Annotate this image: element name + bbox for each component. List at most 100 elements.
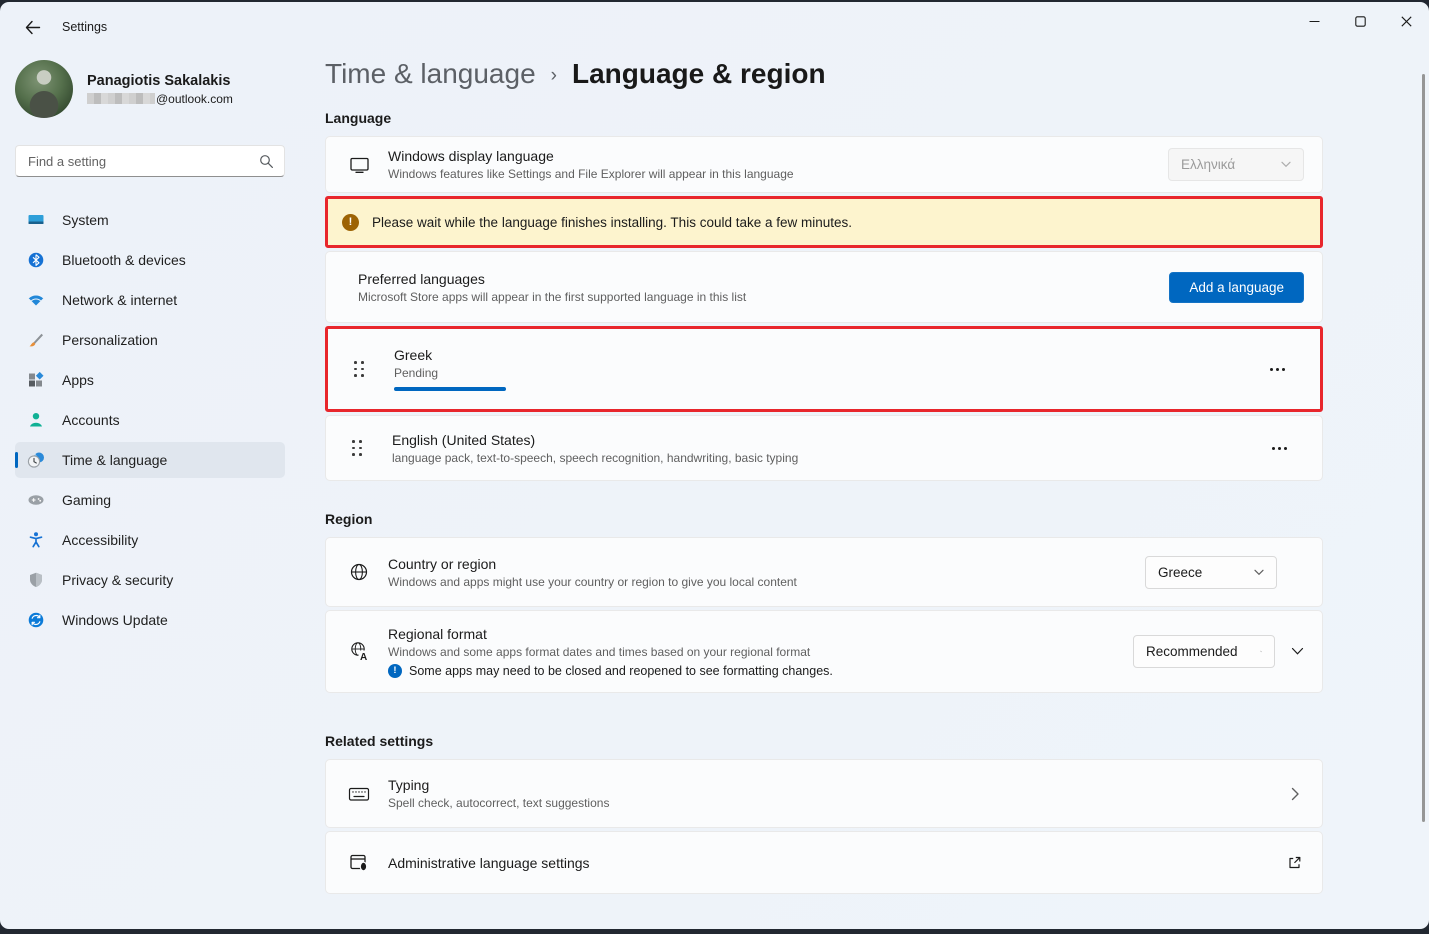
sidebar-nav: System Bluetooth & devices Network & int… [15,202,285,638]
chevron-right-icon [1291,787,1300,801]
display-language-row: Windows display language Windows feature… [325,136,1323,193]
sidebar-item-system[interactable]: System [15,202,285,238]
regional-format-note: Some apps may need to be closed and reop… [409,664,833,678]
sidebar-item-label: Network & internet [62,292,177,308]
warning-text: Please wait while the language finishes … [372,215,852,230]
user-email: @outlook.com [87,92,233,106]
update-icon [27,611,45,629]
drag-handle-icon[interactable] [354,361,366,377]
svg-text:A: A [360,652,367,662]
sidebar-item-time-language[interactable]: Time & language [15,442,285,478]
accounts-icon [27,411,45,429]
sidebar: Panagiotis Sakalakis @outlook.com System [0,52,300,929]
install-progress-bar [394,387,506,391]
globe-icon [348,562,370,582]
admin-language-settings-row[interactable]: Administrative language settings [325,831,1323,894]
display-language-subtitle: Windows features like Settings and File … [388,167,1168,181]
language-status: Pending [394,366,1260,380]
regional-format-title: Regional format [388,626,1133,642]
language-options-button[interactable] [1262,435,1296,461]
chevron-down-icon [1291,647,1304,656]
region-section-heading: Region [325,511,1323,527]
search-box[interactable] [15,145,285,177]
brush-icon [27,331,45,349]
regional-format-icon: A [348,641,370,662]
sidebar-item-label: Privacy & security [62,572,173,588]
email-redacted-block [87,93,155,104]
close-icon [1401,16,1412,27]
time-language-icon [27,451,45,469]
sidebar-item-label: Windows Update [62,612,168,628]
back-arrow-icon [24,19,41,36]
external-link-icon [1287,855,1302,870]
typing-row[interactable]: Typing Spell check, autocorrect, text su… [325,759,1323,828]
user-profile[interactable]: Panagiotis Sakalakis @outlook.com [15,60,285,118]
sidebar-item-accessibility[interactable]: Accessibility [15,522,285,558]
close-button[interactable] [1383,2,1429,40]
sidebar-item-label: Accessibility [62,532,138,548]
typing-subtitle: Spell check, autocorrect, text suggestio… [388,796,1291,810]
language-section-heading: Language [325,110,1429,126]
annotation-box-warning: ! Please wait while the language finishe… [325,196,1323,248]
minimize-button[interactable] [1291,2,1337,40]
preferred-languages-title: Preferred languages [358,271,1169,287]
regional-format-dropdown[interactable]: Recommended [1133,635,1275,668]
regional-format-row: A Regional format Windows and some apps … [325,610,1323,693]
language-name: English (United States) [392,432,1262,448]
drag-handle-icon[interactable] [352,440,364,456]
sidebar-item-label: Gaming [62,492,111,508]
info-icon: ! [388,664,402,678]
sidebar-item-windows-update[interactable]: Windows Update [15,602,285,638]
sidebar-item-personalization[interactable]: Personalization [15,322,285,358]
breadcrumb-separator-icon: › [551,65,557,87]
keyboard-icon [348,785,370,803]
language-options-button[interactable] [1260,356,1294,382]
display-language-dropdown[interactable]: Ελληνικά [1168,148,1304,181]
accessibility-icon [27,531,45,549]
regional-format-subtitle: Windows and some apps format dates and t… [388,645,1133,659]
language-row-greek: Greek Pending [328,329,1320,409]
user-name: Panagiotis Sakalakis [87,73,233,89]
typing-title: Typing [388,777,1291,793]
window-controls [1291,2,1429,40]
annotation-box-greek: Greek Pending [325,326,1323,412]
system-icon [27,211,45,229]
display-language-title: Windows display language [388,148,1168,164]
breadcrumb: Time & language › Language & region [325,58,1429,90]
scrollbar[interactable] [1422,74,1425,822]
warning-icon: ! [342,214,359,231]
search-input[interactable] [26,153,259,170]
app-title: Settings [62,20,107,34]
back-button[interactable] [16,11,48,43]
sidebar-item-privacy[interactable]: Privacy & security [15,562,285,598]
chevron-down-icon [1281,161,1291,168]
language-status: language pack, text-to-speech, speech re… [392,451,1262,465]
sidebar-item-label: Bluetooth & devices [62,252,186,268]
language-row-english: English (United States) language pack, t… [325,415,1323,481]
sidebar-item-label: Apps [62,372,94,388]
avatar [15,60,73,118]
maximize-button[interactable] [1337,2,1383,40]
country-region-subtitle: Windows and apps might use your country … [388,575,1145,589]
preferred-languages-row: Preferred languages Microsoft Store apps… [325,251,1323,323]
sidebar-item-gaming[interactable]: Gaming [15,482,285,518]
country-region-dropdown[interactable]: Greece [1145,556,1277,589]
sidebar-item-label: Accounts [62,412,120,428]
sidebar-item-accounts[interactable]: Accounts [15,402,285,438]
sidebar-item-label: Personalization [62,332,158,348]
gamepad-icon [27,491,45,509]
settings-window: Settings Panagiotis Sakalakis @outlook.c… [0,2,1429,929]
sidebar-item-bluetooth[interactable]: Bluetooth & devices [15,242,285,278]
country-region-row: Country or region Windows and apps might… [325,537,1323,607]
chevron-down-icon [1260,648,1262,655]
monitor-icon [348,155,370,175]
breadcrumb-parent[interactable]: Time & language [325,58,536,90]
sidebar-item-label: Time & language [62,452,167,468]
sidebar-item-apps[interactable]: Apps [15,362,285,398]
sidebar-item-network[interactable]: Network & internet [15,282,285,318]
expand-row-button[interactable] [1291,647,1304,656]
chevron-down-icon [1254,569,1264,576]
page-title: Language & region [572,58,826,90]
apps-icon [27,371,45,389]
add-language-button[interactable]: Add a language [1169,272,1304,303]
